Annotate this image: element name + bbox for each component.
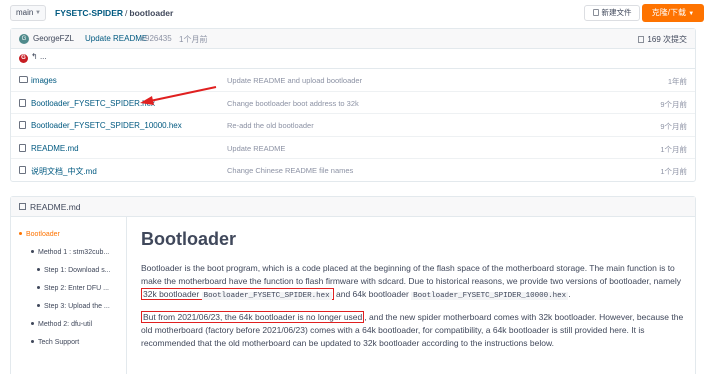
toc-item[interactable]: Tech Support	[31, 339, 79, 346]
toc-item[interactable]: Method 1 : stm32cub...	[31, 249, 109, 256]
file-row[interactable]: images Update README and upload bootloade…	[11, 69, 695, 92]
highlight-box-no-longer-used: But from 2021/06/23, the 64k bootloader …	[141, 311, 365, 323]
readme-icon	[19, 203, 26, 210]
file-icon	[19, 121, 26, 130]
file-list-panel: G GeorgeFZL Update README c926435 1个月前 1…	[10, 28, 696, 182]
bullet-icon	[37, 304, 40, 307]
file-row[interactable]: README.md Update README 1个月前	[11, 137, 695, 160]
commit-author[interactable]: GeorgeFZL	[33, 34, 74, 43]
gitee-logo-icon: G	[19, 54, 28, 63]
commit-message[interactable]: Update README	[85, 34, 147, 43]
file-commit-time: 1个月前	[660, 167, 687, 177]
breadcrumb: FYSETC-SPIDER / bootloader	[55, 8, 173, 18]
topbar: main ▼ FYSETC-SPIDER / bootloader 新建文件 克隆/…	[10, 4, 704, 22]
readme-p1-boxed-text: 32k bootloader	[143, 289, 202, 299]
readme-paragraph-2: But from 2021/06/23, the 64k bootloader …	[141, 311, 691, 350]
back-arrow-icon: ↰ ...	[31, 52, 47, 61]
toc-item-label: Tech Support	[38, 339, 80, 346]
folder-icon	[19, 76, 28, 83]
toc-item-label: Step 2: Enter DFU ...	[44, 285, 109, 292]
readme-p1-text: Bootloader is the boot program, which is…	[141, 263, 682, 286]
branch-selector[interactable]: main ▼	[10, 5, 46, 21]
breadcrumb-repo-link[interactable]: FYSETC-SPIDER	[55, 8, 123, 18]
bullet-icon	[37, 268, 40, 271]
new-file-button[interactable]: 新建文件	[584, 5, 640, 21]
breadcrumb-current-dir[interactable]: bootloader	[129, 8, 173, 18]
readme-header: README.md	[11, 197, 695, 217]
commit-hash[interactable]: c926435	[141, 34, 172, 43]
readme-p1-end: .	[568, 289, 571, 299]
file-commit-message[interactable]: Update README	[227, 144, 285, 153]
table-of-contents: Bootloader Method 1 : stm32cub... Step 1: …	[11, 217, 127, 374]
toc-item-label: Step 1: Download s...	[44, 267, 111, 274]
commit-history-icon	[638, 36, 645, 43]
bullet-icon	[31, 250, 34, 253]
file-icon	[592, 9, 599, 16]
toc-item-label: Method 1 : stm32cub...	[38, 249, 110, 256]
clone-download-button[interactable]: 克隆/下载 ▼	[642, 4, 704, 22]
parent-dir-label: ...	[39, 52, 47, 61]
parent-dir-row[interactable]: G ↰ ...	[11, 49, 695, 69]
toc-item-label: Method 2: dfu-util	[38, 321, 93, 328]
file-name-link[interactable]: 说明文档_中文.md	[31, 166, 97, 177]
bullet-icon	[19, 232, 22, 235]
caret-down-icon: ▼	[688, 11, 695, 17]
file-commit-time: 9个月前	[660, 99, 687, 109]
file-commit-message[interactable]: Re-add the old bootloader	[227, 121, 314, 130]
file-icon	[19, 166, 26, 175]
bullet-icon	[37, 286, 40, 289]
readme-p1-mid: and 64k bootloader	[333, 289, 412, 299]
file-row[interactable]: 说明文档_中文.md Change Chinese README file nam…	[11, 159, 695, 182]
readme-heading: Bootloader	[141, 229, 237, 249]
toc-item[interactable]: Bootloader	[19, 231, 60, 238]
file-name-link[interactable]: Bootloader_FYSETC_SPIDER_10000.hex	[31, 121, 182, 130]
toc-item[interactable]: Step 2: Enter DFU ...	[37, 285, 109, 292]
toc-item-label: Step 3: Upload the ...	[44, 303, 110, 310]
highlight-box-32k: 32k bootloader Bootloader_FYSETC_SPIDER.…	[141, 288, 334, 300]
file-commit-time: 1年前	[667, 77, 687, 86]
toc-item[interactable]: Step 3: Upload the ...	[37, 303, 110, 310]
code-bootloader-32k: Bootloader_FYSETC_SPIDER.hex	[201, 292, 332, 300]
file-commit-time: 9个月前	[660, 122, 687, 132]
file-commit-message[interactable]: Change bootloader boot address to 32k	[227, 99, 359, 108]
clone-download-label: 克隆/下载	[651, 8, 687, 17]
readme-content: Bootloader Bootloader is the boot progra…	[141, 229, 691, 350]
file-row[interactable]: Bootloader_FYSETC_SPIDER_10000.hex Re-add…	[11, 114, 695, 137]
file-name-link[interactable]: Bootloader_FYSETC_SPIDER.hex	[31, 99, 155, 108]
caret-down-icon: ▼	[35, 10, 41, 16]
latest-commit-row: G GeorgeFZL Update README c926435 1个月前 1…	[11, 29, 695, 49]
file-commit-message[interactable]: Change Chinese README file names	[227, 166, 353, 175]
file-commit-message[interactable]: Update README and upload bootloader	[227, 76, 362, 85]
file-name-link[interactable]: README.md	[31, 144, 79, 153]
commit-count-label: 169 次提交	[647, 35, 687, 44]
branch-label: main	[16, 8, 34, 17]
bullet-icon	[31, 322, 34, 325]
avatar[interactable]: G	[19, 34, 29, 44]
breadcrumb-separator: /	[125, 8, 128, 18]
toc-item[interactable]: Step 1: Download s...	[37, 267, 111, 274]
readme-paragraph-1: Bootloader is the boot program, which is…	[141, 262, 691, 303]
file-commit-time: 1个月前	[660, 144, 687, 154]
toc-item[interactable]: Method 2: dfu-util	[31, 321, 92, 328]
toc-item-label: Bootloader	[26, 231, 60, 238]
file-icon	[19, 98, 26, 107]
file-row[interactable]: Bootloader_FYSETC_SPIDER.hex Change bootl…	[11, 92, 695, 115]
bullet-icon	[31, 340, 34, 343]
commit-count[interactable]: 169 次提交	[638, 34, 687, 45]
new-file-label: 新建文件	[601, 8, 632, 17]
readme-title: README.md	[30, 202, 81, 212]
file-name-link[interactable]: images	[31, 76, 57, 85]
readme-panel: README.md Bootloader Method 1 : stm32cub.…	[10, 196, 696, 374]
code-bootloader-64k: Bootloader_FYSETC_SPIDER_10000.hex	[411, 292, 569, 300]
file-icon	[19, 143, 26, 152]
commit-time: 1个月前	[179, 35, 208, 44]
